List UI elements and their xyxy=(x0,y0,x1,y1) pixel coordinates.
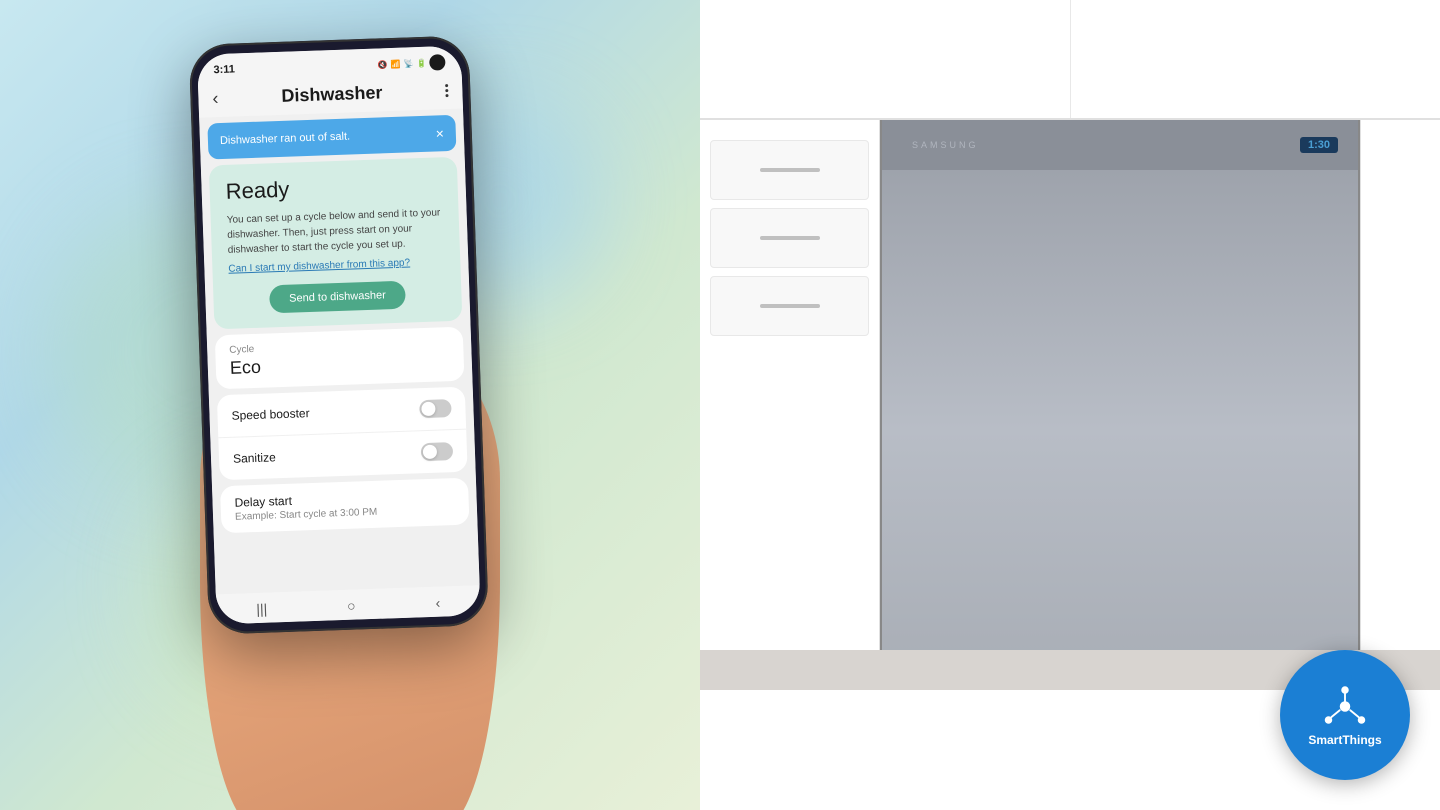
camera-dot xyxy=(429,54,446,71)
status-icons: 🔇 📶 📡 🔋 xyxy=(377,54,445,72)
page-title: Dishwasher xyxy=(281,82,383,107)
signal-icon: 📡 xyxy=(403,59,413,68)
screen-content: Dishwasher ran out of salt. × Ready You … xyxy=(199,109,479,595)
drawer-handle-3 xyxy=(760,304,820,308)
dishwasher-appliance: SAMSUNG 1:30 xyxy=(880,120,1360,690)
speed-booster-toggle[interactable] xyxy=(419,399,452,418)
phone: 3:11 🔇 📶 📡 🔋 ‹ Dishwasher xyxy=(189,35,489,634)
upper-cabinet-left xyxy=(700,0,1071,118)
drawer-handle-2 xyxy=(760,236,820,240)
notification-close-button[interactable]: × xyxy=(435,125,444,141)
ready-card: Ready You can set up a cycle below and s… xyxy=(209,157,463,330)
cabinet-right xyxy=(1360,120,1440,690)
upper-cabinet-right xyxy=(1071,0,1440,118)
ready-description: You can set up a cycle below and send it… xyxy=(226,205,443,258)
cycle-card[interactable]: Cycle Eco xyxy=(215,327,465,390)
phone-wrapper: 3:11 🔇 📶 📡 🔋 ‹ Dishwasher xyxy=(189,35,489,634)
speed-booster-label: Speed booster xyxy=(231,406,310,423)
toggle-section: Speed booster Sanitize xyxy=(217,387,468,481)
more-dot-1 xyxy=(445,84,448,87)
nav-recents[interactable]: ||| xyxy=(256,601,267,617)
more-dot-3 xyxy=(445,94,448,97)
cabinet-left xyxy=(700,120,880,690)
wifi-icon: 📶 xyxy=(390,59,400,68)
drawer-3 xyxy=(710,276,869,336)
send-to-dishwasher-button[interactable]: Send to dishwasher xyxy=(269,281,407,314)
notification-bar: Dishwasher ran out of salt. × xyxy=(207,115,456,160)
dishwasher-brand: SAMSUNG xyxy=(912,140,979,150)
nav-back[interactable]: ‹ xyxy=(435,595,440,611)
status-time: 3:11 xyxy=(213,63,235,76)
dishwasher-top-strip: SAMSUNG 1:30 xyxy=(882,120,1358,170)
kitchen-background: SAMSUNG 1:30 Smart xyxy=(700,0,1440,810)
right-panel: SAMSUNG 1:30 Smart xyxy=(700,0,1440,810)
delay-start-section[interactable]: Delay start Example: Start cycle at 3:00… xyxy=(220,478,469,534)
smartthings-badge: SmartThings xyxy=(1280,650,1410,780)
drawer-1 xyxy=(710,140,869,200)
sanitize-row: Sanitize xyxy=(218,430,467,481)
battery-icon: 🔋 xyxy=(416,58,426,67)
left-panel: 3:11 🔇 📶 📡 🔋 ‹ Dishwasher xyxy=(0,0,700,810)
notification-text: Dishwasher ran out of salt. xyxy=(220,130,351,147)
more-button[interactable] xyxy=(445,84,448,97)
back-button[interactable]: ‹ xyxy=(212,88,219,109)
sanitize-label: Sanitize xyxy=(233,450,276,465)
ready-link[interactable]: Can I start my dishwasher from this app? xyxy=(228,256,444,275)
dishwasher-display: 1:30 xyxy=(1300,137,1338,153)
nav-home[interactable]: ○ xyxy=(347,598,356,614)
more-dot-2 xyxy=(445,89,448,92)
drawer-handle-1 xyxy=(760,168,820,172)
dishwasher-body xyxy=(882,170,1358,690)
sanitize-toggle[interactable] xyxy=(421,442,454,461)
mute-icon: 🔇 xyxy=(377,60,387,69)
phone-screen: 3:11 🔇 📶 📡 🔋 ‹ Dishwasher xyxy=(197,46,481,625)
ready-title: Ready xyxy=(225,171,442,205)
smartthings-logo-icon xyxy=(1315,684,1375,729)
upper-cabinets xyxy=(700,0,1440,120)
drawer-2 xyxy=(710,208,869,268)
smartthings-label: SmartThings xyxy=(1308,733,1381,747)
